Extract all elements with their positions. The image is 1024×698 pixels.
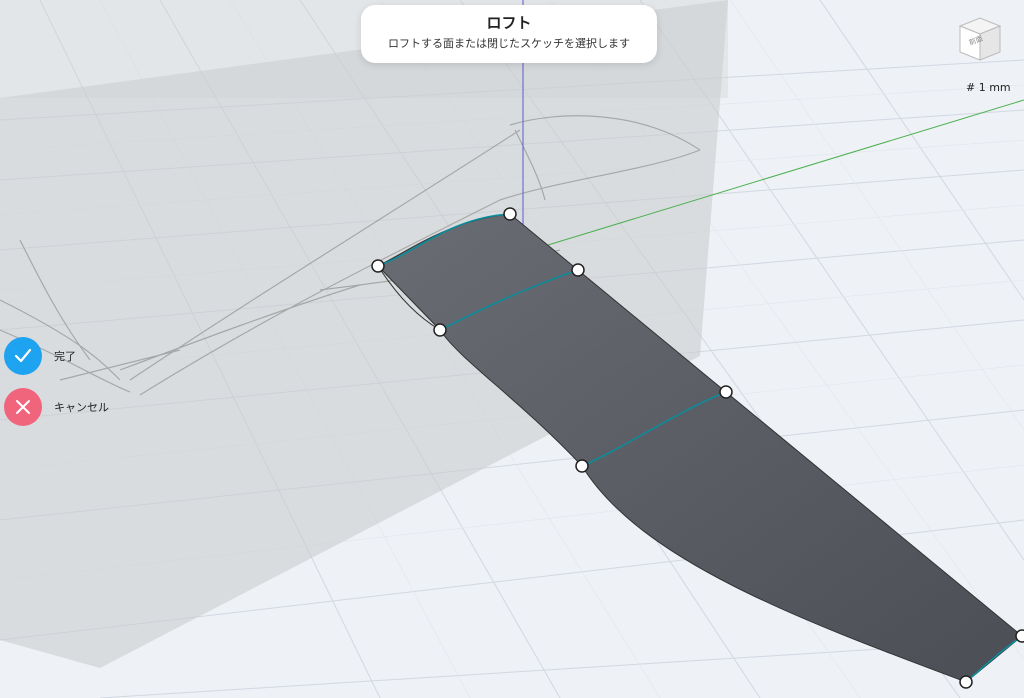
control-point — [1015, 629, 1024, 643]
done-label[interactable]: 完了 — [54, 348, 76, 364]
control-point — [575, 459, 589, 473]
canvas-3d-viewport[interactable]: ロフト ロフトする面または閉じたスケッチを選択します 完了 キャンセル 前面 #… — [0, 0, 1024, 698]
toast-subtitle: ロフトする面または閉じたスケッチを選択します — [388, 37, 630, 50]
scene-graphics — [0, 0, 1024, 698]
done-button[interactable]: 完了 — [4, 337, 76, 375]
view-cube[interactable]: 前面 — [950, 10, 1010, 70]
control-point — [959, 675, 973, 689]
done-circle[interactable] — [4, 337, 42, 375]
grid-spacing-label: # 1 mm — [966, 81, 1011, 94]
control-point — [503, 207, 517, 221]
control-point — [371, 259, 385, 273]
control-point — [719, 385, 733, 399]
cancel-button[interactable]: キャンセル — [4, 388, 109, 426]
cancel-label[interactable]: キャンセル — [54, 399, 109, 415]
control-point — [433, 323, 447, 337]
check-icon — [14, 348, 32, 363]
view-cube-icon: 前面 — [958, 17, 1002, 61]
control-point — [571, 263, 585, 277]
instruction-toast: ロフト ロフトする面または閉じたスケッチを選択します — [361, 5, 657, 63]
close-icon — [16, 400, 30, 414]
cancel-circle[interactable] — [4, 388, 42, 426]
toast-title: ロフト — [486, 14, 532, 32]
